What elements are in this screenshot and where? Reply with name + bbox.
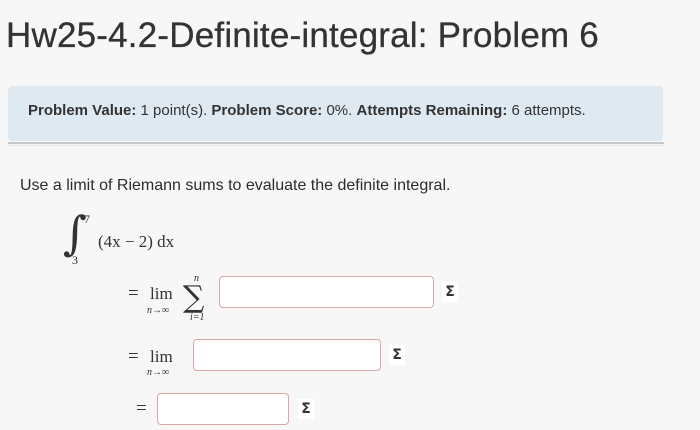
equals-sign-2: = — [128, 346, 139, 367]
limit-subscript-1: n→∞ — [147, 305, 170, 316]
problem-value: 1 point(s). — [140, 102, 208, 119]
attempts-remaining: 6 attempts. — [511, 102, 586, 119]
answer-input-final[interactable] — [157, 393, 289, 425]
answer-input-summand[interactable] — [219, 276, 434, 308]
integral-lower-limit: 3 — [72, 253, 78, 267]
equals-sign-1: = — [128, 283, 139, 304]
page-title: Hw25-4.2-Definite-integral: Problem 6 — [6, 16, 599, 55]
problem-info-box: Problem Value: 1 point(s). Problem Score… — [8, 86, 663, 141]
sum-lower-index: i=1 — [190, 312, 205, 323]
answer-input-limit[interactable] — [193, 339, 381, 371]
sigma-palette-button-1[interactable]: Σ — [442, 282, 458, 302]
summation-sign: ∑ — [183, 280, 205, 315]
problem-score-label: Problem Score: — [211, 102, 323, 119]
equals-sign-3: = — [136, 398, 147, 419]
limit-label-1: lim — [150, 284, 173, 303]
integral-upper-limit: 7 — [84, 212, 90, 226]
sigma-palette-button-3[interactable]: Σ — [298, 399, 314, 419]
sigma-palette-button-2[interactable]: Σ — [389, 345, 405, 365]
problem-value-label: Problem Value: — [28, 102, 137, 119]
problem-score: 0%. — [326, 102, 353, 119]
limit-label-2: lim — [150, 347, 173, 366]
integrand: (4x − 2) dx — [98, 232, 175, 251]
limit-subscript-2: n→∞ — [147, 367, 170, 378]
divider-shadow — [8, 145, 664, 146]
problem-info-text: Problem Value: 1 point(s). Problem Score… — [28, 102, 586, 119]
problem-prompt: Use a limit of Riemann sums to evaluate … — [20, 177, 451, 194]
attempts-remaining-label: Attempts Remaining: — [356, 102, 508, 119]
divider — [8, 142, 664, 144]
